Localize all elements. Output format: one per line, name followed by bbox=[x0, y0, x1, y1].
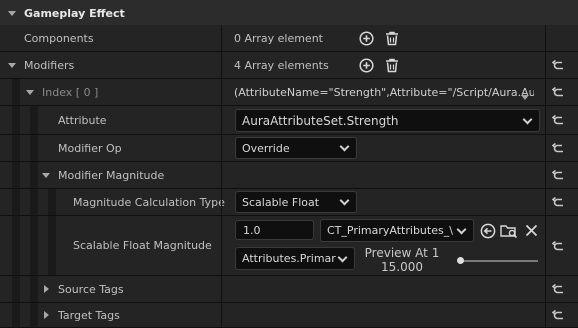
property-label: Scalable Float Magnitude bbox=[73, 239, 212, 252]
expand-arrow-icon[interactable] bbox=[40, 162, 52, 188]
curve-table-combo[interactable]: CT_PrimaryAttributes_\ bbox=[320, 219, 474, 242]
scalable-float-value-input[interactable]: 1.0 bbox=[235, 220, 314, 240]
expand-arrow-icon[interactable] bbox=[24, 79, 36, 105]
property-label: Magnitude Calculation Type bbox=[73, 195, 225, 209]
preview-label: Preview At 1 bbox=[364, 246, 440, 260]
calculation-type-combo[interactable]: Scalable Float bbox=[235, 191, 357, 213]
property-value: 0 Array element bbox=[234, 31, 323, 45]
chevron-down-icon bbox=[456, 224, 467, 234]
preview-value: 15.000 bbox=[381, 260, 423, 274]
trash-icon[interactable] bbox=[384, 57, 400, 73]
details-panel: Gameplay Effect Components 0 Array eleme… bbox=[0, 0, 578, 328]
reset-arrow-icon[interactable] bbox=[548, 216, 568, 275]
preview-slider-handle[interactable] bbox=[457, 257, 464, 264]
property-row-source-tags: Source Tags bbox=[0, 276, 578, 303]
expand-arrow-icon[interactable] bbox=[40, 303, 52, 327]
chevron-down-icon bbox=[339, 141, 350, 152]
property-row-components: Components 0 Array element bbox=[0, 25, 578, 52]
reset-arrow-icon[interactable] bbox=[548, 276, 568, 302]
row-name-combo[interactable]: Attributes.Primar bbox=[235, 247, 355, 270]
property-value: 4 Array elements bbox=[234, 58, 329, 72]
modifier-op-combo[interactable]: Override bbox=[235, 137, 357, 159]
property-label: Components bbox=[24, 31, 94, 45]
reset-arrow-icon[interactable] bbox=[548, 303, 568, 327]
expand-arrow-icon[interactable] bbox=[40, 276, 52, 302]
calculation-type-value: Scalable Float bbox=[242, 195, 320, 209]
expand-arrow-icon[interactable] bbox=[6, 0, 18, 26]
reset-arrow-icon[interactable] bbox=[548, 106, 568, 134]
add-icon[interactable] bbox=[358, 30, 374, 46]
reset-arrow-icon[interactable] bbox=[548, 189, 568, 215]
property-row-modifiers: Modifiers 4 Array elements bbox=[0, 52, 578, 79]
browse-icon[interactable] bbox=[500, 222, 518, 239]
chevron-down-icon[interactable] bbox=[521, 90, 529, 103]
property-value: (AttributeName="Strength",Attribute="/Sc… bbox=[234, 85, 534, 99]
property-row-modifier-op: Modifier Op Override bbox=[0, 135, 578, 162]
property-row-target-tags: Target Tags bbox=[0, 303, 578, 328]
property-row-index-0: Index [ 0 ] (AttributeName="Strength",At… bbox=[0, 79, 578, 106]
attribute-combo-value: AuraAttributeSet.Strength bbox=[242, 113, 399, 128]
clear-icon[interactable] bbox=[523, 222, 539, 239]
property-row-scalable-float-magnitude: Scalable Float Magnitude 1.0 CT_PrimaryA… bbox=[0, 216, 578, 276]
chevron-down-icon bbox=[337, 252, 348, 262]
property-label: Index [ 0 ] bbox=[42, 85, 99, 99]
property-label: Target Tags bbox=[58, 308, 120, 322]
scalable-float-value: 1.0 bbox=[243, 223, 261, 237]
chevron-down-icon bbox=[339, 195, 350, 206]
preview-slider-track[interactable] bbox=[460, 260, 538, 262]
property-label: Source Tags bbox=[58, 282, 124, 296]
reset-arrow-icon[interactable] bbox=[548, 135, 568, 161]
chevron-down-icon bbox=[522, 114, 533, 124]
row-name-value: Attributes.Primar bbox=[242, 252, 336, 265]
reset-arrow-icon[interactable] bbox=[548, 79, 568, 105]
property-row-modifier-magnitude: Modifier Magnitude bbox=[0, 162, 578, 189]
property-row-magnitude-calculation-type: Magnitude Calculation Type Scalable Floa… bbox=[0, 189, 578, 216]
expand-arrow-icon[interactable] bbox=[6, 52, 18, 78]
preview-readout: Preview At 1 15.000 bbox=[362, 246, 442, 274]
add-icon[interactable] bbox=[358, 57, 374, 73]
property-label: Modifier Magnitude bbox=[58, 168, 165, 182]
reset-arrow-icon[interactable] bbox=[548, 52, 568, 78]
property-label: Modifier Op bbox=[58, 141, 122, 155]
property-label: Attribute bbox=[58, 113, 107, 127]
property-label: Modifiers bbox=[24, 58, 75, 72]
trash-icon[interactable] bbox=[384, 30, 400, 46]
category-header-gameplay-effect[interactable]: Gameplay Effect bbox=[0, 0, 578, 27]
category-title: Gameplay Effect bbox=[24, 6, 125, 20]
curve-table-value: CT_PrimaryAttributes_\ bbox=[327, 224, 453, 237]
modifier-op-value: Override bbox=[242, 141, 290, 155]
use-selected-icon[interactable] bbox=[479, 222, 496, 239]
reset-arrow-icon[interactable] bbox=[548, 162, 568, 188]
attribute-combo[interactable]: AuraAttributeSet.Strength bbox=[235, 109, 540, 132]
property-row-attribute: Attribute AuraAttributeSet.Strength bbox=[0, 106, 578, 135]
